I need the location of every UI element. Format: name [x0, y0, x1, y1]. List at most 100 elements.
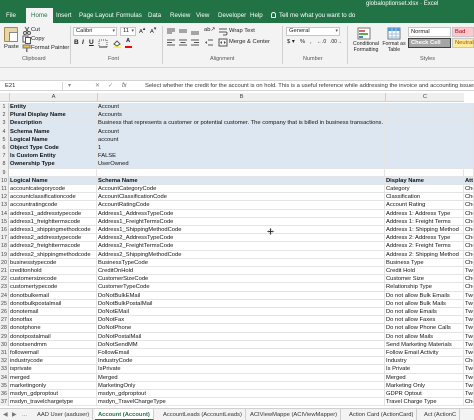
table-cell-attribute-type[interactable]: Two: [464, 332, 474, 341]
header-display-name[interactable]: Display Name: [385, 176, 464, 185]
tab-next-icon[interactable]: ▶: [12, 409, 17, 420]
style-normal[interactable]: Normal: [408, 27, 451, 37]
meta-empty-cell[interactable]: [385, 103, 464, 112]
table-cell-display-name[interactable]: Address 1: Address Type: [385, 209, 464, 218]
table-cell-schema-name[interactable]: DoNotBulkPostalMail: [97, 299, 385, 308]
table-cell-display-name[interactable]: Send Marketing Materials: [385, 340, 464, 349]
row-header[interactable]: 3: [0, 119, 9, 128]
table-cell-logical-name[interactable]: donotphone: [9, 324, 97, 333]
sheet-tab-action-card[interactable]: Action Card (ActionCard): [346, 409, 418, 420]
table-cell-schema-name[interactable]: Merged: [97, 373, 385, 382]
table-cell-display-name[interactable]: Account Rating: [385, 201, 464, 210]
column-header-a[interactable]: A: [9, 93, 97, 102]
row-header[interactable]: 14: [0, 209, 9, 218]
row-header[interactable]: 1: [0, 103, 9, 112]
table-cell-display-name[interactable]: Address 1: Freight Terms: [385, 217, 464, 226]
table-cell-display-name[interactable]: Is Private: [385, 365, 464, 374]
header-logical-name[interactable]: Logical Name: [9, 176, 97, 185]
table-cell-schema-name[interactable]: DoNotEMail: [97, 308, 385, 317]
currency-icon[interactable]: $ ▾: [287, 39, 295, 45]
table-cell-attribute-type[interactable]: Two: [464, 373, 474, 382]
table-cell-display-name[interactable]: Category: [385, 185, 464, 194]
meta-value-cell[interactable]: account: [97, 135, 385, 144]
formula-input[interactable]: Select whether the credit for the accoun…: [145, 81, 474, 91]
meta-label-cell[interactable]: Object Type Code: [9, 144, 97, 153]
paste-button[interactable]: Paste: [4, 44, 19, 50]
table-cell-display-name[interactable]: Address 1: Shipping Method: [385, 226, 464, 235]
row-header[interactable]: 2: [0, 111, 9, 120]
meta-value-cell[interactable]: FALSE: [97, 152, 385, 161]
row-header[interactable]: 10: [0, 176, 9, 185]
row-header[interactable]: 34: [0, 373, 9, 382]
copy-button[interactable]: Copy: [31, 36, 45, 42]
table-cell-attribute-type[interactable]: Cho: [464, 357, 474, 366]
row-header[interactable]: 24: [0, 291, 9, 300]
row-header[interactable]: 7: [0, 152, 9, 161]
underline-button[interactable]: U: [89, 39, 94, 46]
number-format-dropdown[interactable]: General ▾: [286, 27, 340, 36]
table-cell-schema-name[interactable]: Address1_ShippingMethodCode: [97, 226, 385, 235]
sheet-tab-aad-user[interactable]: AAD User (aaduser): [34, 409, 94, 420]
table-cell-schema-name[interactable]: AccountRatingCode: [97, 201, 385, 210]
table-cell-attribute-type[interactable]: Cho: [464, 217, 474, 226]
wrap-text-button[interactable]: Wrap Text: [229, 28, 255, 34]
wrap-text-icon[interactable]: [218, 27, 228, 36]
table-cell-display-name[interactable]: Classification: [385, 193, 464, 202]
meta-empty-cell[interactable]: [464, 160, 474, 169]
meta-label-cell[interactable]: Logical Name: [9, 135, 97, 144]
orientation-icon[interactable]: ab↗: [204, 27, 215, 33]
table-cell-logical-name[interactable]: customersizecode: [9, 275, 97, 284]
menu-data[interactable]: Data: [148, 8, 161, 23]
sheet-tab-actionc[interactable]: Act (ActionC: [421, 409, 461, 420]
sheet-tab-aciviewmapper[interactable]: ACIViewMappe (ACIViewMapper): [247, 409, 342, 420]
align-center-icon[interactable]: [178, 38, 188, 47]
table-cell-schema-name[interactable]: IndustryCode: [97, 357, 385, 366]
row-header[interactable]: 16: [0, 226, 9, 235]
enter-icon[interactable]: ✓: [108, 81, 113, 91]
table-cell-attribute-type[interactable]: Cho: [464, 258, 474, 267]
table-cell-schema-name[interactable]: BusinessTypeCode: [97, 258, 385, 267]
meta-empty-cell[interactable]: [464, 152, 474, 161]
table-cell-display-name[interactable]: Address 2: Address Type: [385, 234, 464, 243]
table-cell-schema-name[interactable]: Address2_ShippingMethodCode: [97, 250, 385, 259]
table-cell-display-name[interactable]: GDPR Optout: [385, 390, 464, 399]
table-cell-attribute-type[interactable]: Cho: [464, 193, 474, 202]
grow-font-icon[interactable]: A▴: [139, 27, 145, 35]
font-name-dropdown[interactable]: Calibri ▾: [73, 27, 117, 36]
meta-value-cell[interactable]: Account: [97, 127, 385, 136]
italic-button[interactable]: I: [82, 39, 84, 46]
table-cell-logical-name[interactable]: address1_freighttermscode: [9, 217, 97, 226]
meta-label-cell[interactable]: Plural Display Name: [9, 111, 97, 120]
empty-cell[interactable]: [464, 168, 474, 177]
style-bad[interactable]: Bad: [452, 27, 474, 37]
meta-value-cell[interactable]: Account: [97, 103, 385, 112]
meta-empty-cell[interactable]: [385, 127, 464, 136]
meta-empty-cell[interactable]: [464, 111, 474, 120]
table-cell-logical-name[interactable]: msdyn_gdproptout: [9, 390, 97, 399]
table-cell-schema-name[interactable]: CustomerTypeCode: [97, 283, 385, 292]
table-cell-attribute-type[interactable]: Two: [464, 381, 474, 390]
table-cell-logical-name[interactable]: donotbulkpostalmail: [9, 299, 97, 308]
table-cell-display-name[interactable]: Follow Email Activity: [385, 349, 464, 358]
row-header[interactable]: 37: [0, 398, 9, 407]
meta-label-cell[interactable]: Is Custom Entity: [9, 152, 97, 161]
align-middle-icon[interactable]: [178, 27, 188, 36]
paste-icon[interactable]: [4, 27, 18, 42]
meta-label-cell[interactable]: Ownership Type: [9, 160, 97, 169]
table-cell-schema-name[interactable]: Address1_FreightTermsCode: [97, 217, 385, 226]
decrease-decimal-icon[interactable]: .00→: [330, 39, 342, 45]
table-cell-display-name[interactable]: Marketing Only: [385, 381, 464, 390]
row-header[interactable]: 26: [0, 308, 9, 317]
row-header[interactable]: 20: [0, 258, 9, 267]
align-right-icon[interactable]: [190, 38, 200, 47]
meta-empty-cell[interactable]: [385, 119, 464, 128]
table-cell-logical-name[interactable]: donotsendmm: [9, 340, 97, 349]
table-cell-schema-name[interactable]: MarketingOnly: [97, 381, 385, 390]
table-cell-schema-name[interactable]: DoNotSendMM: [97, 340, 385, 349]
table-cell-logical-name[interactable]: msdyn_travelchargetype: [9, 398, 97, 407]
meta-empty-cell[interactable]: [464, 127, 474, 136]
column-header-c[interactable]: C: [385, 93, 464, 102]
table-cell-logical-name[interactable]: accountratingcode: [9, 201, 97, 210]
increase-decimal-icon[interactable]: ←.0: [317, 39, 326, 45]
table-cell-attribute-type[interactable]: Two: [464, 308, 474, 317]
